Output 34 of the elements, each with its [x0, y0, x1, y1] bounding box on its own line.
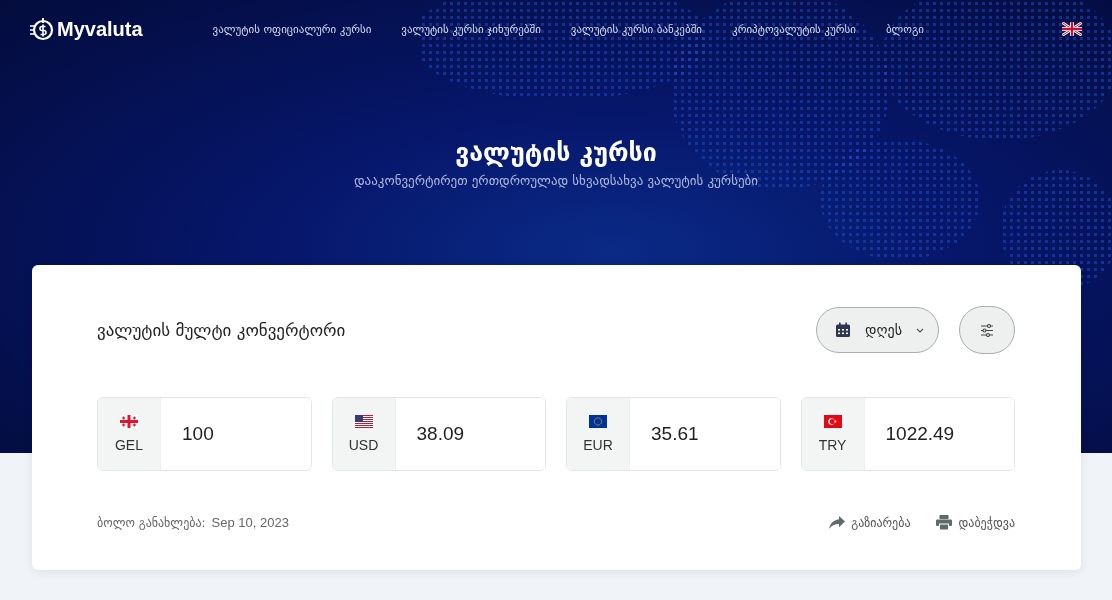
filter-button[interactable] — [959, 306, 1015, 354]
printer-icon — [936, 515, 953, 530]
currency-code: EUR — [583, 437, 613, 453]
uk-flag-icon[interactable] — [1062, 22, 1082, 36]
nav-link[interactable]: ვალუტის ოფიციალური კურსი — [212, 22, 372, 36]
usa-flag-icon — [354, 415, 373, 428]
last-updated-date: Sep 10, 2023 — [211, 515, 289, 530]
hero-title: ვალუტის კურსი — [454, 138, 658, 167]
georgia-flag-icon — [120, 415, 138, 428]
converter-title: ვალუტის მულტი კონვერტორი — [97, 320, 347, 340]
nav-link[interactable]: ბლოგი — [885, 22, 925, 36]
turkey-flag-icon — [823, 415, 842, 428]
chevron-down-icon — [916, 327, 924, 333]
hero-subtitle: დააკონვერტირეთ ერთდროულად სხვადსახვა ვალუტის კურსები — [352, 173, 760, 188]
currency-field[interactable]: USD 38.09 — [331, 397, 546, 471]
share-button[interactable]: გაზიარება — [829, 515, 911, 530]
print-button[interactable]: დაბეჭდვა — [936, 515, 1015, 530]
last-updated-label: ბოლო განახლება: — [97, 515, 206, 530]
date-select[interactable]: დღეს — [816, 307, 939, 353]
currency-field[interactable]: TRY 1022.49 — [800, 397, 1015, 471]
nav-link[interactable]: ვალუტის კურსი ჯიხურებში — [401, 22, 541, 36]
site-logo[interactable]: Myvaluta — [57, 17, 143, 41]
coin-logo-icon — [30, 16, 54, 42]
nav-link[interactable]: ვალუტის კურსი ბანკებში — [570, 22, 703, 36]
currency-field[interactable]: GEL 100 — [97, 397, 312, 471]
share-arrow-icon — [829, 516, 846, 529]
currency-code: TRY — [818, 437, 847, 453]
sliders-icon — [980, 323, 994, 337]
currency-code: GEL — [115, 437, 143, 453]
eu-flag-icon — [589, 415, 607, 428]
nav-link[interactable]: კრიპტოვალუტის კურსი — [732, 22, 856, 36]
currency-field[interactable]: EUR 35.61 — [566, 397, 781, 471]
calendar-icon — [835, 322, 852, 338]
currency-code: USD — [348, 437, 379, 453]
